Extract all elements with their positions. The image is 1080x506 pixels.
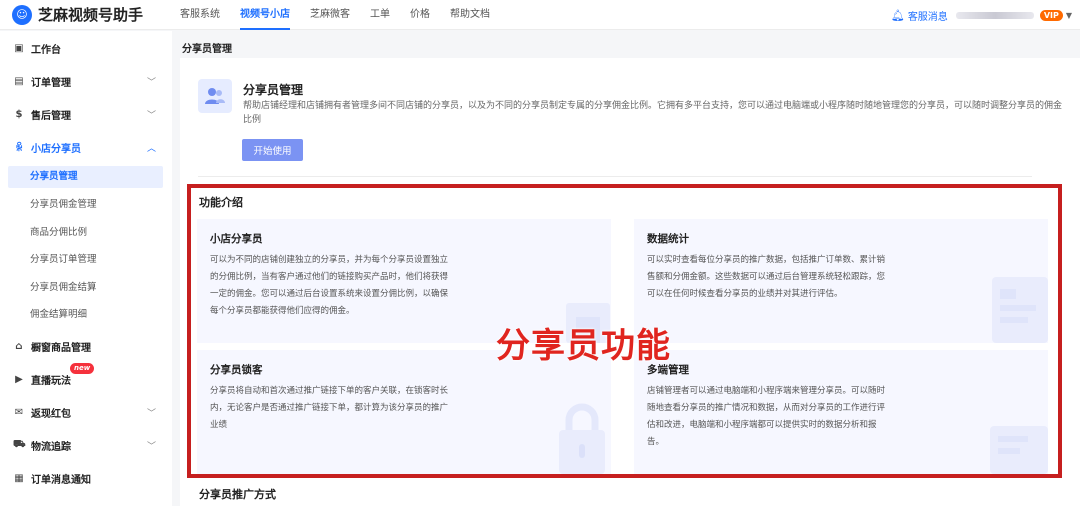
- sidebar-item-label: 售后管理: [31, 110, 71, 122]
- sidebar-sub-sharer-commission[interactable]: 分享员佣金管理: [8, 194, 163, 216]
- chevron-up-icon: ︿: [146, 143, 156, 154]
- feature-description: 可以为不同的店铺创建独立的分享员，并为每个分享员设置独立的分佣比例，当有客户通过…: [210, 255, 449, 316]
- users-icon: [198, 79, 232, 113]
- sidebar-item-label: 工作台: [31, 44, 61, 56]
- chevron-down-icon: ﹀: [146, 77, 156, 88]
- sidebar-item-label: 物流追踪: [31, 441, 71, 453]
- feature-description: 店铺管理者可以通过电脑端和小程序端来管理分享员。可以随时随地查看分享员的推广情况…: [647, 386, 886, 447]
- sidebar-item-orders[interactable]: ▤ 订单管理 ﹀: [0, 71, 172, 91]
- sidebar-item-redpacket[interactable]: ✉ 返现红包 ﹀: [0, 402, 172, 422]
- chevron-down-icon[interactable]: ▼: [1066, 11, 1072, 20]
- storefront-icon: ⌂: [15, 340, 23, 352]
- sidebar-item-order-notify[interactable]: ▦ 订单消息通知: [0, 468, 172, 488]
- sidebar-item-label: 小店分享员: [31, 143, 81, 155]
- lock-icon: [559, 403, 605, 474]
- topnav-pricing[interactable]: 价格: [400, 0, 440, 30]
- feature-description: 分享员将自动和首次通过推广链接下单的客户关联，在锁客时长内，无论客户是否通过推广…: [210, 386, 449, 430]
- chevron-down-icon: ﹀: [146, 408, 156, 419]
- feature-description: 可以实时查看每位分享员的推广数据，包括推广订单数、累计销售额和分佣金额。这些数据…: [647, 255, 886, 299]
- chevron-down-icon: ﹀: [146, 441, 156, 452]
- top-nav: 客服系统 视频号小店 芝麻微客 工单 价格 帮助文档: [170, 0, 500, 30]
- document-icon: ▦: [14, 472, 24, 484]
- people-icon: ꆜ: [15, 142, 23, 154]
- chart-icon: [992, 277, 1048, 343]
- sidebar-item-showcase[interactable]: ⌂ 橱窗商品管理: [0, 336, 172, 356]
- sidebar-sub-sharer-orders[interactable]: 分享员订单管理: [8, 249, 163, 271]
- clipboard-icon: ▤: [14, 75, 24, 87]
- annotation-overlay-text: 分享员功能: [496, 326, 671, 366]
- sidebar-item-label: 直播玩法: [31, 375, 71, 387]
- truck-icon: ⛟: [13, 438, 26, 450]
- topnav-video-shop[interactable]: 视频号小店: [230, 0, 300, 30]
- sidebar-item-sharers[interactable]: ꆜ 小店分享员 ︿: [0, 137, 172, 157]
- top-right-area: 🔔︎ 客服消息 VIP ▼: [891, 0, 1072, 30]
- topnav-zhima-weike[interactable]: 芝麻微客: [300, 0, 360, 30]
- bell-icon[interactable]: 🔔︎: [891, 9, 905, 22]
- breadcrumb: 分享员管理: [182, 44, 232, 55]
- top-bar: ☺ 芝麻视频号助手 客服系统 视频号小店 芝麻微客 工单 价格 帮助文档 🔔︎ …: [0, 0, 1080, 30]
- sidebar-item-aftersale[interactable]: $ 售后管理 ﹀: [0, 104, 172, 124]
- sidebar-item-label: 橱窗商品管理: [31, 342, 91, 354]
- feature-title: 分享员锁客: [210, 364, 263, 376]
- topnav-help-docs[interactable]: 帮助文档: [440, 0, 500, 30]
- start-using-button[interactable]: 开始使用: [242, 139, 303, 161]
- sidebar-item-label: 订单消息通知: [31, 474, 91, 486]
- logo-icon: ☺: [12, 4, 32, 25]
- sidebar-item-workbench[interactable]: ▣ 工作台: [0, 38, 172, 58]
- chevron-down-icon: ﹀: [146, 110, 156, 121]
- sidebar-item-label: 返现红包: [31, 408, 71, 420]
- topnav-tickets[interactable]: 工单: [360, 0, 400, 30]
- app-name: 芝麻视频号助手: [38, 6, 144, 24]
- feature-card-multi-device: 多端管理 店铺管理者可以通过电脑端和小程序端来管理分享员。可以随时随地查看分享员…: [634, 350, 1048, 474]
- user-name-blurred[interactable]: [955, 11, 1034, 19]
- service-message-link[interactable]: 客服消息: [908, 8, 948, 23]
- intro-title: 分享员管理: [243, 83, 304, 97]
- features-section-title: 功能介绍: [199, 196, 243, 209]
- vip-badge: VIP: [1039, 9, 1063, 21]
- divider: [198, 176, 1032, 177]
- sidebar-sub-commission-settlement[interactable]: 分享员佣金结算: [8, 277, 163, 299]
- devices-icon: [990, 426, 1048, 474]
- sidebar-item-logistics[interactable]: ⛟ 物流追踪 ﹀: [0, 435, 172, 455]
- intro-description: 帮助店铺经理和店铺拥有者管理多间不同店铺的分享员，以及为不同的分享员制定专属的分…: [243, 101, 1063, 125]
- sidebar-sub-settlement-details[interactable]: 佣金结算明细: [8, 304, 163, 326]
- sidebar-sub-sharer-management[interactable]: 分享员管理: [8, 166, 163, 188]
- sidebar: ▣ 工作台 ▤ 订单管理 ﹀ $ 售后管理 ﹀ ꆜ 小店分享员 ︿ 分享员管理 …: [0, 31, 172, 506]
- promo-section-title: 分享员推广方式: [199, 488, 276, 501]
- red-packet-icon: ✉: [14, 406, 24, 418]
- monitor-icon: ▣: [14, 42, 24, 54]
- topnav-service-system[interactable]: 客服系统: [170, 0, 230, 30]
- new-badge: new: [70, 363, 95, 374]
- money-icon: $: [15, 108, 23, 120]
- sidebar-item-label: 订单管理: [31, 77, 71, 89]
- feature-title: 小店分享员: [210, 233, 263, 245]
- sidebar-sub-product-commission-ratio[interactable]: 商品分佣比例: [8, 222, 163, 244]
- play-icon: ▶: [15, 373, 23, 385]
- app-logo[interactable]: ☺ 芝麻视频号助手: [0, 4, 170, 25]
- feature-title: 数据统计: [647, 233, 689, 245]
- sidebar-item-live[interactable]: ▶ 直播玩法 new: [0, 363, 172, 389]
- feature-card-customer-lock: 分享员锁客 分享员将自动和首次通过推广链接下单的客户关联，在锁客时长内，无论客户…: [197, 350, 611, 474]
- feature-card-data-stats: 数据统计 可以实时查看每位分享员的推广数据，包括推广订单数、累计销售额和分佣金额…: [634, 219, 1048, 343]
